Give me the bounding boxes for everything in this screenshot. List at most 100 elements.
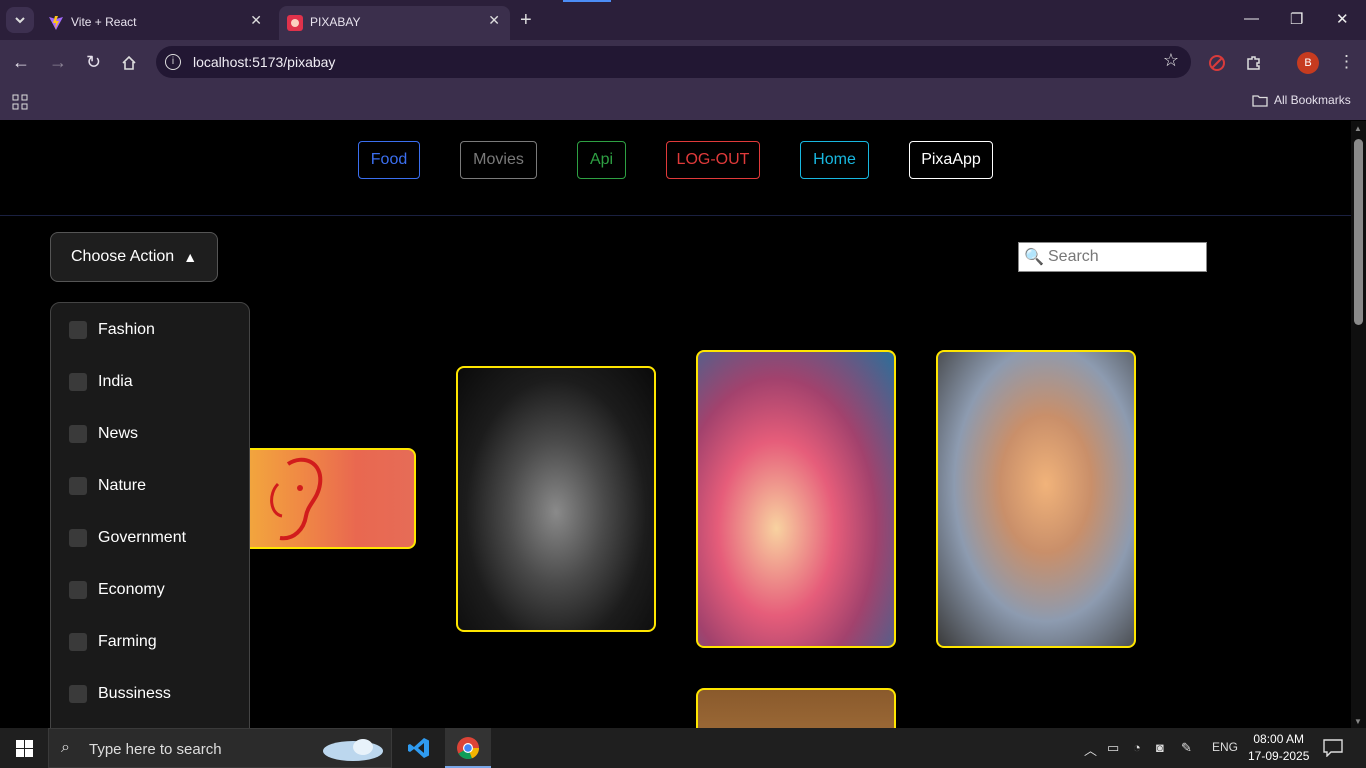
- restore-icon[interactable]: ❐: [1290, 10, 1303, 28]
- checkbox[interactable]: [69, 477, 87, 495]
- image-card[interactable]: [456, 366, 656, 632]
- choose-action-label: Choose Action: [71, 248, 175, 265]
- checkbox[interactable]: [69, 373, 87, 391]
- clock-date: 17-09-2025: [1248, 749, 1310, 763]
- pen-icon[interactable]: ✎: [1181, 740, 1192, 756]
- category-dropdown: Fashion India News Nature Government Eco…: [50, 302, 250, 728]
- category-option-government[interactable]: Government: [69, 528, 186, 548]
- close-window-icon[interactable]: ✕: [1336, 10, 1349, 28]
- image-card[interactable]: [936, 350, 1136, 648]
- bookmark-star-icon[interactable]: ☆: [1163, 50, 1179, 71]
- category-option-fashion[interactable]: Fashion: [69, 320, 155, 340]
- tab-indicator: [563, 0, 611, 2]
- triangle-up-icon: ▲: [183, 249, 198, 265]
- image-card[interactable]: [696, 350, 896, 648]
- category-label: Nature: [98, 477, 147, 494]
- magnifier-icon: 🔍: [1024, 249, 1044, 266]
- browser-tab-strip: Vite + React ✕ PIXABAY ✕ + — ❐ ✕: [0, 0, 1366, 40]
- page-scrollbar[interactable]: ▲ ▼: [1351, 121, 1366, 728]
- minimize-icon[interactable]: —: [1244, 10, 1259, 27]
- food-button[interactable]: Food: [358, 141, 420, 179]
- profile-avatar[interactable]: B: [1297, 52, 1319, 74]
- windows-start-icon[interactable]: [16, 740, 33, 757]
- back-icon[interactable]: ←: [12, 53, 30, 71]
- chrome-taskbar-button[interactable]: [445, 728, 491, 768]
- camera-icon[interactable]: ◙: [1156, 740, 1164, 755]
- pixabay-favicon-icon: [287, 15, 303, 31]
- category-label: India: [98, 373, 133, 390]
- vite-logo-icon: [49, 16, 63, 30]
- clock[interactable]: 08:00 AM 17-09-2025: [1248, 731, 1309, 765]
- scroll-up-icon[interactable]: ▲: [1354, 124, 1362, 133]
- category-option-farming[interactable]: Farming: [69, 632, 157, 652]
- chevron-up-icon[interactable]: ︿: [1084, 740, 1097, 759]
- category-option-india[interactable]: India: [69, 372, 133, 392]
- checkbox[interactable]: [69, 581, 87, 599]
- clock-time: 08:00 AM: [1253, 732, 1305, 746]
- vscode-taskbar-button[interactable]: [396, 728, 442, 768]
- category-option-news[interactable]: News: [69, 424, 138, 444]
- category-label: Bussiness: [98, 685, 171, 702]
- category-label: Government: [98, 529, 187, 546]
- kebab-menu-icon[interactable]: ⋮: [1338, 52, 1355, 72]
- battery-icon[interactable]: ▭: [1107, 740, 1119, 756]
- apps-grid-icon[interactable]: [12, 94, 28, 110]
- tab-vite-react[interactable]: Vite + React ✕: [40, 6, 272, 40]
- home-icon[interactable]: [121, 55, 137, 71]
- all-bookmarks-label: All Bookmarks: [1274, 93, 1351, 107]
- checkbox[interactable]: [69, 321, 87, 339]
- chevron-down-icon: [15, 17, 25, 24]
- tab-pixabay[interactable]: PIXABAY ✕: [279, 6, 510, 40]
- checkbox[interactable]: [69, 685, 87, 703]
- scrollbar-thumb[interactable]: [1354, 139, 1363, 325]
- checkbox[interactable]: [69, 633, 87, 651]
- close-tab-icon[interactable]: ✕: [250, 12, 262, 29]
- checkbox[interactable]: [69, 529, 87, 547]
- windows-taskbar: ⌕ Type here to search ︿ ▭ ◔ ◙ ✎ ENG 08:0…: [0, 728, 1366, 768]
- extensions-icon[interactable]: [1245, 54, 1263, 72]
- pixaapp-button[interactable]: PixaApp: [909, 141, 993, 179]
- folder-icon: [1252, 95, 1268, 107]
- api-button[interactable]: Api: [577, 141, 626, 179]
- taskbar-search-placeholder: Type here to search: [89, 741, 222, 758]
- category-label: Fashion: [98, 321, 155, 338]
- choose-action-button[interactable]: Choose Action ▲: [50, 232, 218, 282]
- image-card[interactable]: [696, 688, 896, 728]
- app-navbar: Food Movies Api LOG-OUT Home PixaApp: [0, 121, 1351, 216]
- tab-title: Vite + React: [71, 15, 137, 29]
- logout-button[interactable]: LOG-OUT: [666, 141, 760, 179]
- search-box: 🔍: [1018, 242, 1207, 272]
- pixabay-page: Food Movies Api LOG-OUT Home PixaApp Cho…: [0, 121, 1351, 728]
- category-option-bussiness[interactable]: Bussiness: [69, 684, 171, 704]
- new-tab-icon[interactable]: +: [520, 9, 532, 32]
- url-text: localhost:5173/pixabay: [193, 54, 336, 70]
- close-tab-icon[interactable]: ✕: [488, 12, 500, 29]
- vscode-icon: [408, 738, 429, 758]
- category-option-economy[interactable]: Economy: [69, 580, 165, 600]
- site-info-icon[interactable]: i: [165, 54, 181, 70]
- scroll-down-icon[interactable]: ▼: [1354, 717, 1362, 726]
- tab-search-button[interactable]: [6, 7, 34, 33]
- category-label: News: [98, 425, 139, 442]
- language-indicator[interactable]: ENG: [1212, 740, 1238, 754]
- wifi-icon[interactable]: ◔: [1133, 740, 1141, 755]
- notifications-icon[interactable]: [1323, 739, 1343, 757]
- chrome-icon: [457, 737, 480, 760]
- category-label: Economy: [98, 581, 165, 598]
- blocked-icon[interactable]: [1208, 54, 1226, 72]
- search-icon: ⌕: [61, 739, 70, 756]
- address-bar[interactable]: i localhost:5173/pixabay ☆: [156, 46, 1191, 78]
- taskbar-search[interactable]: ⌕ Type here to search: [48, 728, 392, 768]
- checkbox[interactable]: [69, 425, 87, 443]
- all-bookmarks-button[interactable]: All Bookmarks: [1252, 93, 1351, 107]
- search-highlight-icon: [323, 739, 383, 761]
- category-option-nature[interactable]: Nature: [69, 476, 146, 496]
- ganesha-illustration-icon: [270, 457, 323, 541]
- search-input[interactable]: [1048, 246, 1198, 268]
- bookmarks-bar: All Bookmarks: [0, 86, 1366, 120]
- tab-title: PIXABAY: [310, 15, 361, 29]
- forward-icon[interactable]: →: [49, 53, 67, 71]
- home-button[interactable]: Home: [800, 141, 869, 179]
- movies-button[interactable]: Movies: [460, 141, 537, 179]
- reload-icon[interactable]: ↻: [86, 53, 101, 71]
